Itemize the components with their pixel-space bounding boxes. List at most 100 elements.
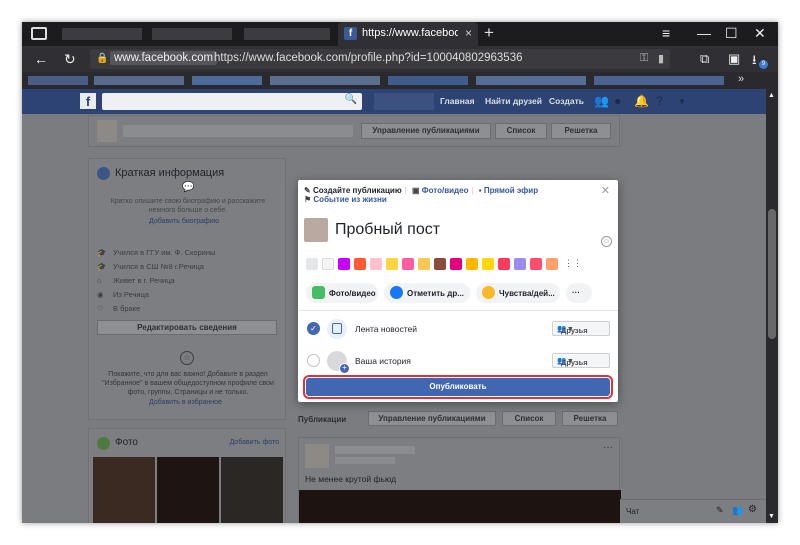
tab-blurred[interactable]: [62, 28, 142, 40]
checkbox-unchecked-icon[interactable]: [307, 354, 320, 367]
news-feed-row[interactable]: ✓ Лента новостей 👥 Друзья ▾: [298, 316, 618, 342]
background-option[interactable]: [450, 258, 462, 270]
grid-view-button-top[interactable]: Решетка: [551, 123, 611, 139]
bookmark-item[interactable]: [476, 76, 586, 85]
tab-facebook[interactable]: f https://www.facebook.cc ×: [338, 22, 478, 46]
add-photo-link[interactable]: Добавить фото: [230, 439, 279, 446]
post-more-icon[interactable]: ···: [603, 442, 613, 453]
notifications-icon[interactable]: 🔔: [634, 94, 649, 108]
nav-home-link[interactable]: Главная: [440, 96, 475, 106]
tab-close-icon[interactable]: ×: [465, 26, 472, 40]
more-backgrounds-icon[interactable]: ⋮⋮: [564, 258, 582, 269]
avatar[interactable]: [97, 120, 117, 142]
nav-find-friends-link[interactable]: Найти друзей: [485, 96, 542, 106]
compose-icon[interactable]: ✎: [716, 505, 724, 516]
help-icon[interactable]: ?: [656, 94, 663, 108]
background-option[interactable]: [546, 258, 558, 270]
post-image[interactable]: [299, 490, 621, 523]
facebook-logo-icon[interactable]: f: [80, 93, 96, 109]
bookmark-item[interactable]: [94, 76, 184, 85]
feeling-chip[interactable]: Чувства/дей...: [476, 283, 560, 303]
background-option[interactable]: [434, 258, 446, 270]
bookmark-item[interactable]: [270, 76, 380, 85]
back-icon[interactable]: ←: [34, 51, 48, 67]
reload-icon[interactable]: ↻: [64, 51, 76, 68]
manage-posts-button[interactable]: Управление публикациями: [368, 411, 496, 426]
download-icon[interactable]: ⭳: [752, 51, 757, 73]
background-option[interactable]: [418, 258, 430, 270]
bookmark-item[interactable]: [28, 76, 88, 85]
checkbox-checked-icon[interactable]: ✓: [307, 322, 320, 335]
key-icon[interactable]: ⚿: [640, 52, 648, 65]
background-option[interactable]: [402, 258, 414, 270]
photo-thumb[interactable]: [221, 457, 283, 523]
audience-dropdown-feed[interactable]: 👥 Друзья ▾: [552, 321, 610, 336]
scrollbar-thumb[interactable]: [768, 209, 776, 339]
messenger-icon[interactable]: ●: [614, 94, 621, 108]
scroll-up-icon[interactable]: ▲: [768, 92, 775, 99]
grid-view-button[interactable]: Решетка: [562, 411, 618, 426]
minimize-icon[interactable]: —: [697, 25, 711, 41]
friend-requests-icon[interactable]: 👥: [594, 94, 609, 108]
menu-icon[interactable]: ≡: [662, 25, 670, 41]
list-view-button-top[interactable]: Список: [495, 123, 547, 139]
publish-button[interactable]: Опубликовать: [303, 375, 613, 399]
background-option[interactable]: [466, 258, 478, 270]
bookmarks-more-icon[interactable]: »: [738, 73, 744, 85]
chat-bar[interactable]: Чат ✎ 👥 ⚙: [620, 499, 766, 523]
background-option[interactable]: [482, 258, 494, 270]
scroll-down-icon[interactable]: ▼: [768, 513, 775, 520]
create-post-tab[interactable]: Создайте публикацию: [313, 186, 402, 195]
group-icon[interactable]: 👥: [732, 505, 743, 516]
url-bar[interactable]: 🔒 www.facebook.com https://www.facebook.…: [90, 49, 670, 69]
bookmark-item[interactable]: [594, 76, 724, 85]
live-tab[interactable]: Прямой эфир: [484, 186, 538, 195]
search-icon[interactable]: 🔍: [345, 94, 357, 105]
life-event-tab[interactable]: Событие из жизни: [313, 195, 386, 204]
close-window-icon[interactable]: ✕: [754, 25, 766, 42]
settings-gear-icon[interactable]: ⚙: [748, 504, 757, 515]
edit-details-button[interactable]: Редактировать сведения: [97, 320, 277, 335]
background-option[interactable]: [338, 258, 350, 270]
emoji-icon[interactable]: ☺: [601, 236, 612, 247]
list-view-button[interactable]: Список: [502, 411, 556, 426]
profile-thumb[interactable]: [374, 93, 434, 110]
tag-friends-chip[interactable]: Отметить др...: [384, 283, 470, 303]
background-option[interactable]: [354, 258, 366, 270]
new-tab-button[interactable]: +: [484, 23, 494, 43]
extensions-icon[interactable]: ⧉: [700, 51, 709, 67]
photo-thumb[interactable]: [93, 457, 155, 523]
background-option[interactable]: [498, 258, 510, 270]
add-featured-link[interactable]: Добавить в избранное: [149, 399, 222, 406]
bookmark-icon[interactable]: ▮: [658, 52, 664, 65]
account-menu-icon[interactable]: ▼: [678, 97, 686, 106]
manage-posts-button-top[interactable]: Управление публикациями: [361, 123, 491, 139]
photo-video-chip[interactable]: Фото/видео: [306, 283, 378, 303]
post-avatar[interactable]: [305, 444, 329, 468]
tab-blurred[interactable]: [244, 28, 330, 40]
background-option[interactable]: [530, 258, 542, 270]
story-row[interactable]: + Ваша история 👥 Друзья ▾: [298, 348, 618, 374]
add-bio-link[interactable]: Добавить биографию: [149, 218, 219, 225]
background-option[interactable]: [386, 258, 398, 270]
downloads-list-icon[interactable]: ▣: [728, 51, 740, 67]
maximize-icon[interactable]: ☐: [725, 25, 738, 42]
nav-create-link[interactable]: Создать: [549, 96, 584, 106]
background-option[interactable]: [306, 258, 318, 270]
close-icon[interactable]: ✕: [601, 184, 610, 197]
facebook-search-input[interactable]: 🔍: [102, 93, 362, 110]
tab-blurred[interactable]: [152, 28, 232, 40]
page-scrollbar[interactable]: ▲ ▼: [766, 89, 778, 523]
photo-thumb[interactable]: [157, 457, 219, 523]
photo-video-tab[interactable]: Фото/видео: [422, 186, 469, 195]
post-text-input[interactable]: Пробный пост: [335, 221, 440, 239]
bookmark-item[interactable]: [192, 76, 262, 85]
background-option[interactable]: [322, 258, 334, 270]
background-option[interactable]: [514, 258, 526, 270]
background-option[interactable]: [370, 258, 382, 270]
post-date-blurred: [335, 457, 395, 464]
more-options-chip[interactable]: ···: [566, 283, 592, 303]
bookmark-item[interactable]: [388, 76, 468, 85]
audience-dropdown-story[interactable]: 👥 Друзья ▾: [552, 353, 610, 368]
tabs-icon[interactable]: [31, 27, 47, 40]
